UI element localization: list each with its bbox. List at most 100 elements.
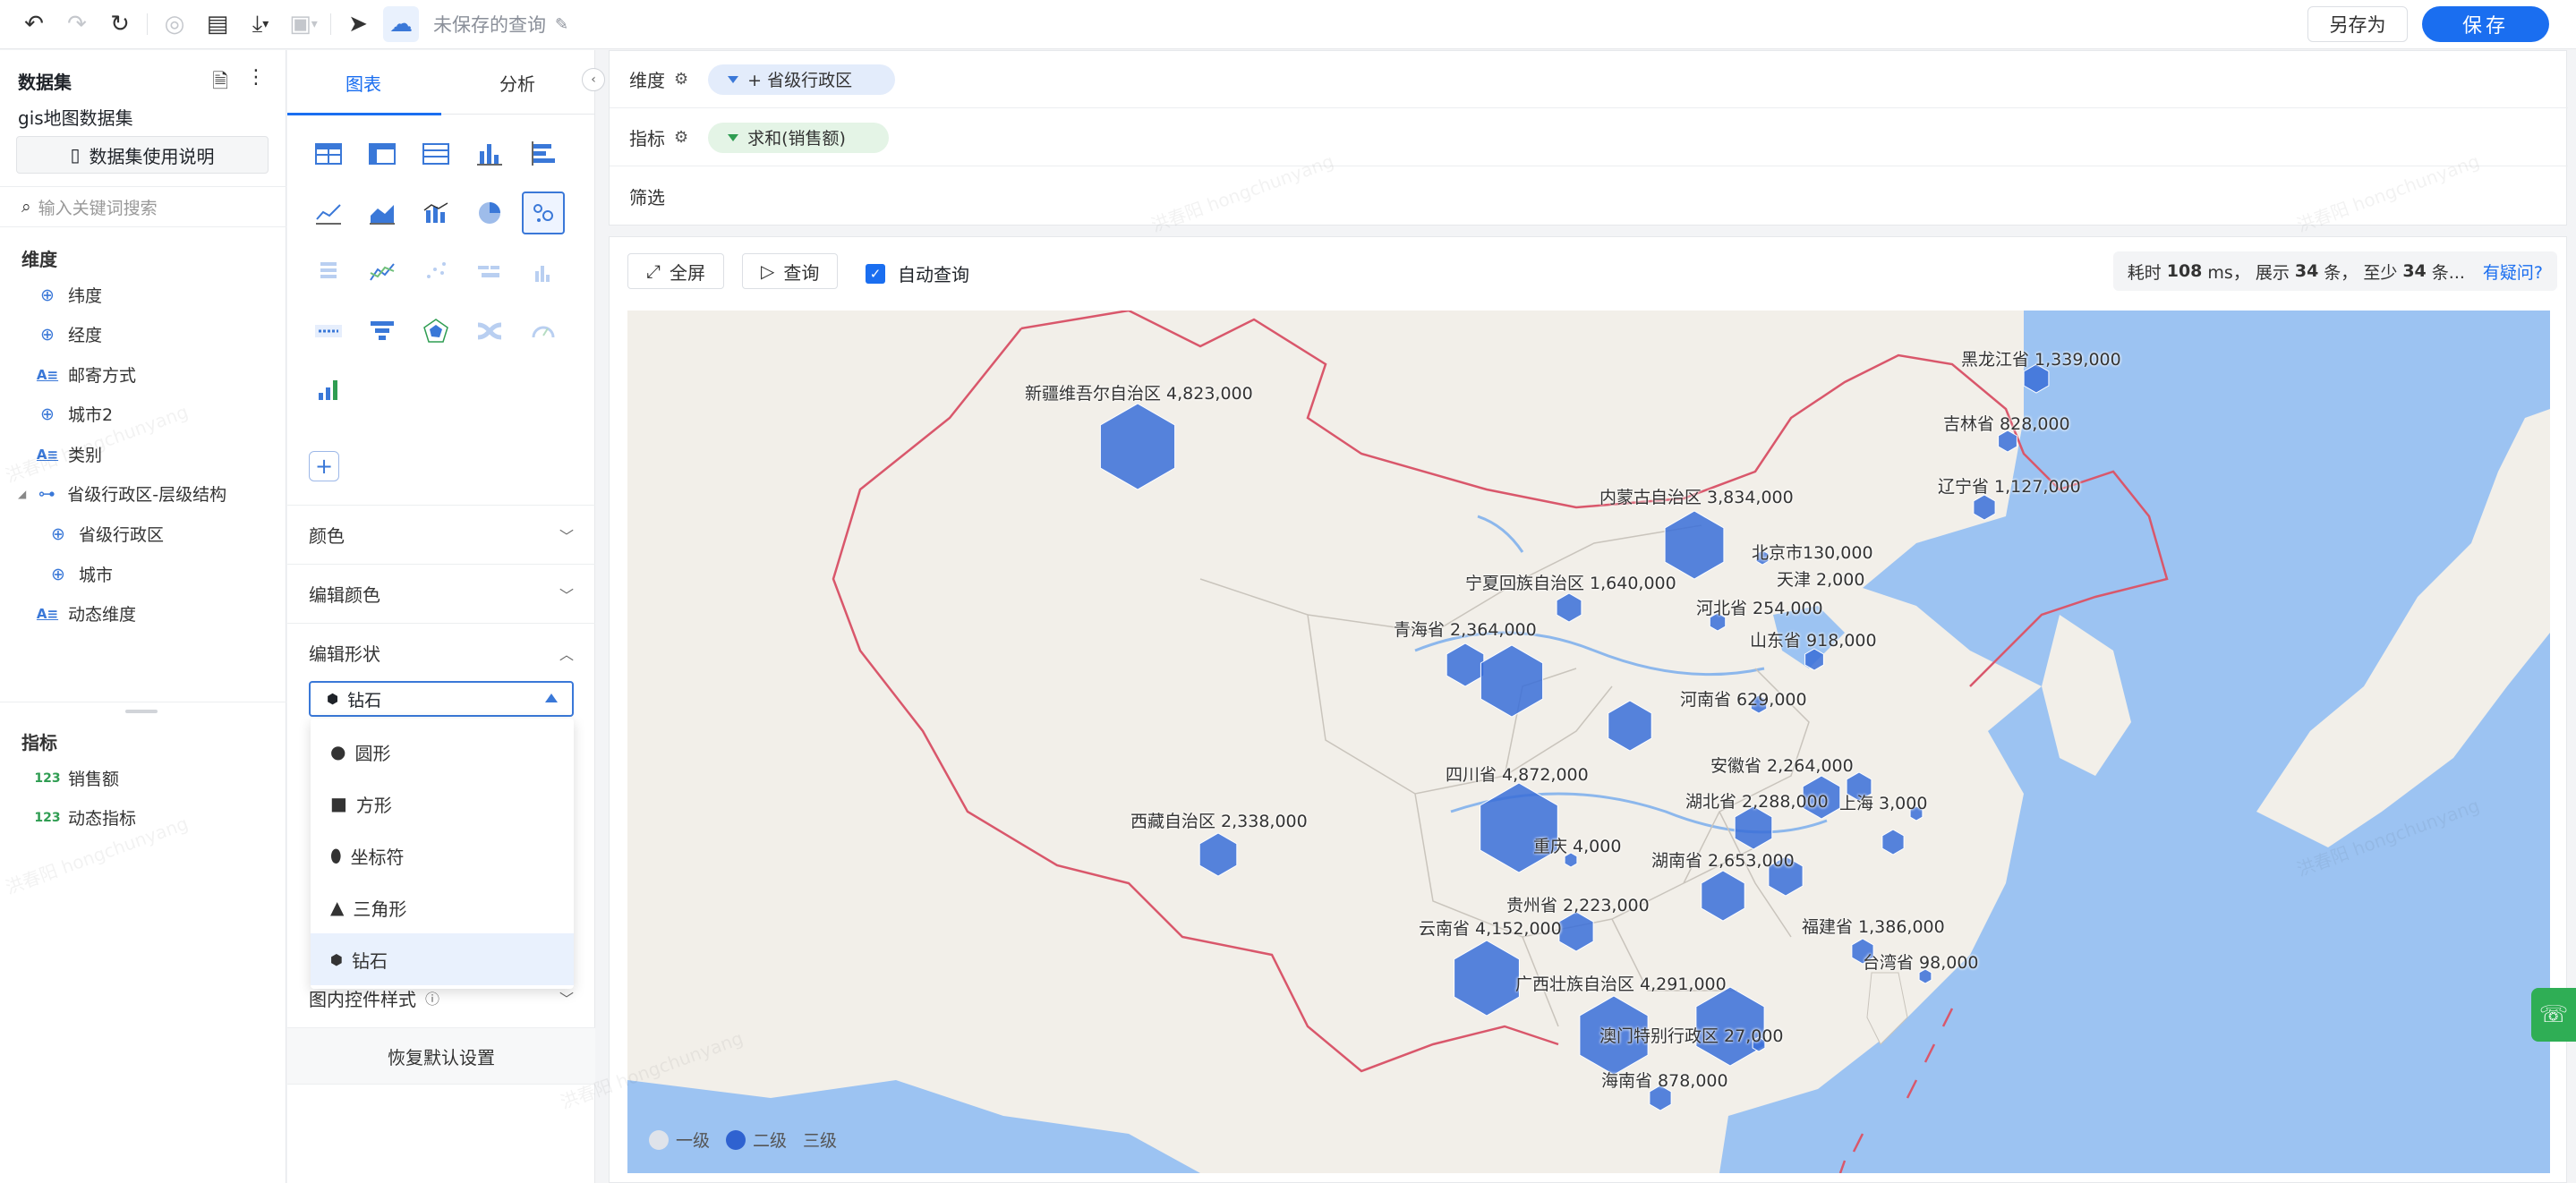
chart-type-histogram[interactable] [522, 251, 565, 294]
hexagon-markers[interactable] [1099, 363, 2050, 1111]
redo-icon[interactable]: ↷ [55, 3, 98, 46]
chart-type-funnel[interactable] [361, 310, 404, 353]
gear-icon[interactable]: ⚙ [674, 128, 688, 147]
measure-pill[interactable]: 求和(销售额) [708, 122, 889, 153]
expand-caret-icon[interactable]: ◢ [18, 488, 26, 500]
field-item[interactable]: ⊕ 纬度 [38, 283, 102, 307]
chart-type-multi-line[interactable] [361, 251, 404, 294]
dataset-edit-icon[interactable]: 🗎 [212, 66, 228, 100]
chart-type-wordcloud[interactable] [468, 251, 511, 294]
shape-option-circle[interactable]: ● 圆形 [311, 726, 574, 778]
chart-type-gauge[interactable] [522, 310, 565, 353]
chart-type-bar[interactable] [522, 132, 565, 175]
auto-query-toggle[interactable]: ✓ 自动查询 [866, 260, 969, 286]
hexagon-marker-ningxia[interactable] [1556, 592, 1582, 623]
shape-option-diamond[interactable]: ⬢ 钻石 [311, 933, 574, 985]
edit-pencil-icon[interactable]: ✎ [555, 15, 568, 34]
chart-type-cross-table[interactable] [361, 132, 404, 175]
hexagon-marker-sichuan[interactable] [1480, 782, 1558, 873]
chart-type-radar[interactable] [414, 310, 457, 353]
chevron-up-icon: ︿ [559, 645, 574, 663]
chart-type-kpi[interactable] [307, 310, 350, 353]
gear-icon[interactable]: ⚙ [674, 70, 688, 89]
chart-type-combo[interactable] [414, 191, 457, 234]
config-row-color[interactable]: 颜色 ﹀ [287, 505, 595, 564]
legend-item-level1[interactable]: 一级 [649, 1128, 710, 1152]
hexagon-marker-guizhou[interactable] [1558, 911, 1594, 952]
field-item[interactable]: A≡ 类别 [37, 442, 102, 466]
sql-view-icon[interactable]: ▤ [196, 3, 239, 46]
field-item[interactable]: A≡ 邮寄方式 [37, 362, 136, 387]
export-icon[interactable]: ▣ ▾ [282, 3, 325, 46]
dataset-doc-button[interactable]: ▯ 数据集使用说明 [16, 136, 269, 174]
info-icon[interactable]: ⓘ [425, 987, 439, 1009]
help-link[interactable]: 有疑问? [2483, 260, 2543, 284]
chart-type-line[interactable] [307, 191, 350, 234]
checkbox-checked-icon[interactable]: ✓ [866, 263, 885, 284]
chart-type-stacked[interactable] [307, 251, 350, 294]
navigate-icon[interactable]: ➤ [337, 3, 380, 46]
field-item[interactable]: 123 动态指标 [34, 805, 136, 830]
hexagon-marker-qinghai[interactable] [1446, 643, 1485, 687]
chart-type-pie[interactable] [468, 191, 511, 234]
hexagon-marker-shaanxi[interactable] [1608, 700, 1652, 752]
tab-chart[interactable]: 图表 [345, 70, 381, 96]
config-row-edit-shape[interactable]: 编辑形状 ︿ [287, 623, 595, 682]
config-row-edit-color[interactable]: 编辑颜色 ﹀ [287, 564, 595, 623]
field-label: 省级行政区-层级结构 [67, 485, 227, 505]
field-item[interactable]: ⊕ 城市 [48, 562, 113, 586]
chart-type-sankey[interactable] [468, 310, 511, 353]
refresh-icon[interactable]: ↻ [98, 3, 141, 46]
query-button[interactable]: ▷ 查询 [742, 253, 839, 289]
customer-support-icon[interactable]: ☏ [2531, 988, 2576, 1042]
chart-type-detail-table[interactable] [414, 132, 457, 175]
hexagon-marker-zhejiang[interactable] [1881, 829, 1905, 855]
restore-defaults-button[interactable]: 恢复默认设置 [287, 1027, 595, 1085]
field-hierarchy-item[interactable]: ◢ ⊶ 省级行政区-层级结构 [18, 481, 226, 506]
add-chart-type-button[interactable]: + [309, 451, 339, 481]
clean-icon[interactable]: ◎ [153, 3, 196, 46]
chart-type-area[interactable] [361, 191, 404, 234]
chart-type-map[interactable] [522, 191, 565, 234]
geo-map[interactable]: 新疆维吾尔自治区 4,823,000 黑龙江省 1,339,000 吉林省 82… [627, 311, 2550, 1173]
chart-type-table[interactable] [307, 132, 350, 175]
save-as-button[interactable]: 另存为 [2307, 6, 2408, 42]
legend-item-level2[interactable]: 二级 [726, 1128, 787, 1152]
hexagon-marker-xinjiang[interactable] [1099, 403, 1176, 490]
collapse-panel-button[interactable]: ‹ [582, 68, 605, 91]
field-item[interactable]: ⊕ 城市2 [38, 402, 113, 426]
undo-icon[interactable]: ↶ [13, 3, 55, 46]
field-item[interactable]: ⊕ 省级行政区 [48, 522, 164, 546]
shape-option-square[interactable]: ■ 方形 [311, 778, 574, 830]
dimension-pill[interactable]: + 省级行政区 [708, 64, 896, 95]
filter-shelf[interactable]: 筛选 [610, 167, 2568, 225]
chart-type-progress[interactable] [307, 369, 350, 412]
hexagon-marker-gansu[interactable] [1480, 644, 1544, 718]
more-icon[interactable]: ⋮ [246, 66, 266, 100]
hexagon-marker-neimenggu[interactable] [1664, 510, 1725, 580]
hexagon-marker-xizang[interactable] [1198, 832, 1238, 877]
hexagon-marker-yunnan[interactable] [1454, 940, 1520, 1017]
shape-option-pin[interactable]: ⬮ 坐标符 [311, 830, 574, 881]
save-button[interactable]: 保存 [2422, 6, 2549, 42]
shape-option-triangle[interactable]: ▲ 三角形 [311, 881, 574, 933]
hexagon-marker-jiangxi[interactable] [1701, 870, 1745, 922]
field-item[interactable]: A≡ 动态维度 [37, 601, 136, 626]
resize-handle[interactable] [125, 710, 158, 713]
shape-select[interactable]: ⬢ 钻石 [309, 681, 574, 717]
hexagon-marker-liaoning[interactable] [1973, 494, 1996, 521]
legend-item-level3[interactable]: 三级 [803, 1128, 837, 1152]
fullscreen-button[interactable]: ⤢ 全屏 [627, 253, 724, 289]
chart-type-scatter[interactable] [414, 251, 457, 294]
hexagon-marker-hubei[interactable] [1734, 805, 1773, 850]
cloud-sync-icon[interactable]: ☁ [383, 6, 419, 42]
dimension-shelf[interactable]: 维度 ⚙ + 省级行政区 [610, 51, 2568, 108]
measure-shelf[interactable]: 指标 ⚙ 求和(销售额) [610, 109, 2568, 166]
field-item[interactable]: ⊕ 经度 [38, 322, 102, 346]
chart-type-column[interactable] [468, 132, 511, 175]
tab-analysis[interactable]: 分析 [499, 70, 535, 96]
field-search-input[interactable]: ⌕ 输入关键词搜索 [0, 186, 286, 227]
field-item[interactable]: 123 销售额 [34, 766, 119, 790]
button-label: 全屏 [670, 261, 705, 284]
download-icon[interactable]: ⤓ ▾ [239, 3, 282, 46]
